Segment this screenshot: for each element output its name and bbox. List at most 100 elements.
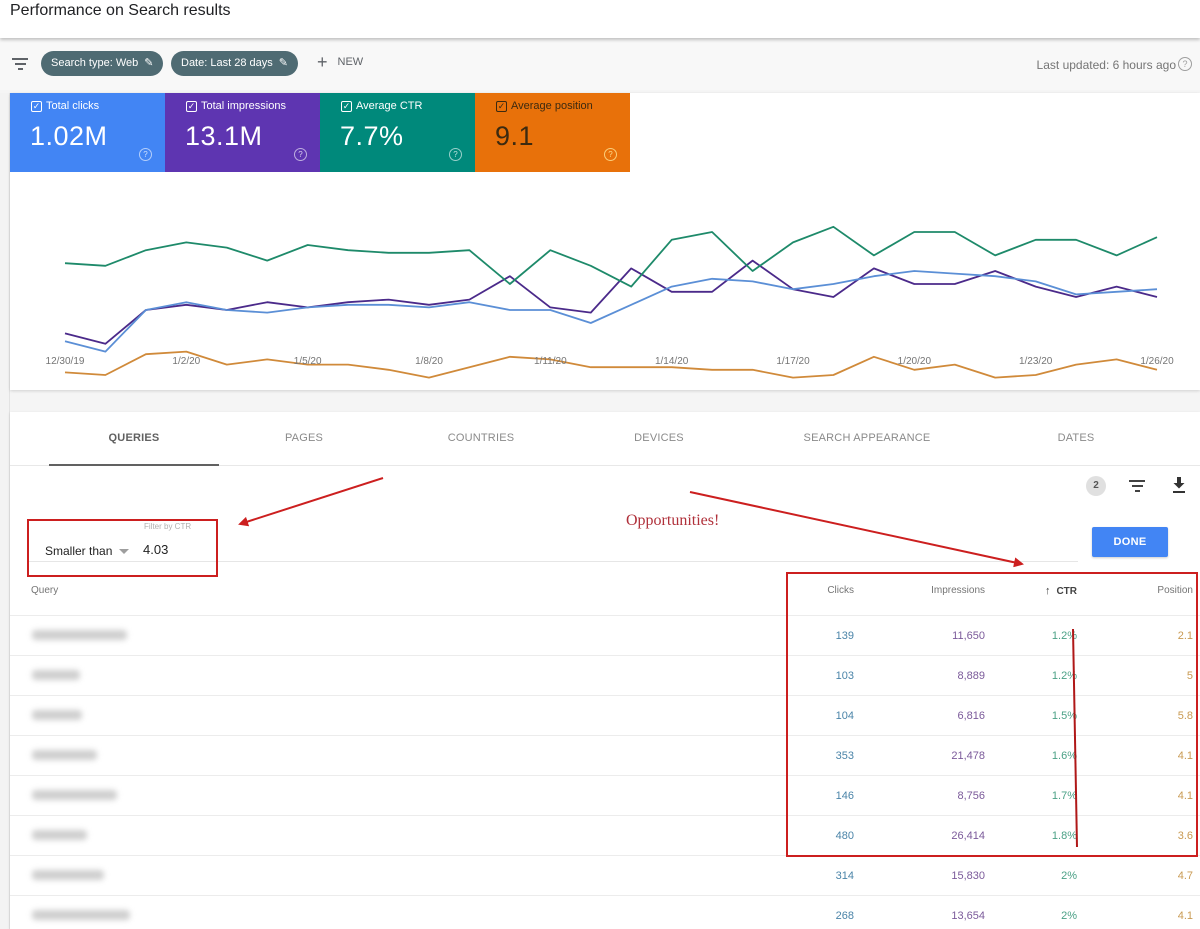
metric-value: 7.7% <box>340 121 404 151</box>
query-text-redacted <box>32 790 117 800</box>
last-updated-text: Last updated: 6 hours ago <box>1036 58 1176 72</box>
table-row[interactable]: 146 8,756 1.7% 4.1 <box>10 775 1200 815</box>
search-type-chip[interactable]: Search type: Web ✎ <box>41 51 164 76</box>
column-header-clicks[interactable]: Clicks <box>827 585 854 596</box>
help-circle-icon[interactable]: ? <box>449 148 462 161</box>
filter-value-input[interactable]: 4.03 <box>143 542 168 557</box>
series-line-total-impressions[interactable] <box>64 259 1158 345</box>
table-row[interactable]: 353 21,478 1.6% 4.1 <box>10 735 1200 775</box>
page-left-edge <box>0 93 10 929</box>
position-cell: 4.1 <box>1177 910 1193 922</box>
done-button[interactable]: DONE <box>1092 527 1168 557</box>
column-header-position[interactable]: Position <box>1157 585 1193 596</box>
date-range-chip[interactable]: Date: Last 28 days ✎ <box>171 51 298 76</box>
series-line-total-clicks[interactable] <box>64 270 1158 353</box>
impressions-cell: 8,756 <box>957 790 985 802</box>
checkbox-checked-icon[interactable]: ✓ <box>186 100 197 112</box>
table-row[interactable]: 480 26,414 1.8% 3.6 <box>10 815 1200 855</box>
edit-pencil-icon: ✎ <box>144 57 154 69</box>
filter-operator-select[interactable]: Smaller than <box>45 544 130 558</box>
filter-input-underline <box>28 561 1078 562</box>
column-header-ctr-label: CTR <box>1056 585 1077 597</box>
query-text-redacted <box>32 750 97 760</box>
metric-average-position[interactable]: ✓ Average position 9.1 ? <box>475 93 630 172</box>
checkbox-checked-icon[interactable]: ✓ <box>341 100 352 112</box>
filter-field-label: Filter by CTR <box>144 522 192 531</box>
queries-table-card: QUERIES PAGES COUNTRIES DEVICES SEARCH A… <box>10 412 1200 929</box>
table-row[interactable]: 103 8,889 1.2% 5 <box>10 655 1200 695</box>
x-tick-label: 1/26/20 <box>1140 356 1174 367</box>
impressions-cell: 15,830 <box>951 870 985 882</box>
table-row[interactable]: 139 11,650 1.2% 2.1 <box>10 615 1200 655</box>
metric-total-clicks[interactable]: ✓ Total clicks 1.02M ? <box>10 93 165 172</box>
tab-search-appearance[interactable]: SEARCH APPEARANCE <box>804 432 931 444</box>
x-tick-label: 1/2/20 <box>172 356 200 367</box>
query-text-redacted <box>32 830 87 840</box>
x-tick-label: 1/5/20 <box>294 356 322 367</box>
column-header-query[interactable]: Query <box>31 585 58 596</box>
impressions-cell: 6,816 <box>957 710 985 722</box>
clicks-cell: 268 <box>835 910 854 922</box>
annotation-callout-text: Opportunities! <box>626 512 720 529</box>
ctr-cell: 1.2% <box>1051 670 1077 682</box>
position-cell: 5.8 <box>1177 710 1193 722</box>
query-text-redacted <box>32 670 80 680</box>
page-title: Performance on Search results <box>10 2 231 19</box>
series-line-average-position[interactable] <box>64 350 1158 379</box>
filter-bar: Search type: Web ✎ Date: Last 28 days ✎ … <box>0 38 1200 90</box>
clicks-cell: 104 <box>835 710 854 722</box>
arrow-upward-icon: ↑ <box>1044 585 1051 597</box>
x-tick-label: 1/17/20 <box>776 356 810 367</box>
column-header-ctr[interactable]: ↑ CTR <box>1045 585 1077 597</box>
active-filter-count-badge[interactable]: 2 <box>1086 476 1106 496</box>
filter-list-icon[interactable] <box>12 58 28 70</box>
ctr-cell: 2% <box>1061 870 1077 882</box>
edit-pencil-icon: ✎ <box>278 57 288 69</box>
plus-icon: + <box>317 52 328 72</box>
column-header-impressions[interactable]: Impressions <box>931 585 985 596</box>
clicks-cell: 103 <box>835 670 854 682</box>
filter-list-icon[interactable] <box>1129 480 1145 492</box>
ctr-cell: 1.8% <box>1051 830 1077 842</box>
chip-label: Date: Last 28 days <box>181 57 273 69</box>
help-circle-icon[interactable]: ? <box>139 148 152 161</box>
tab-devices[interactable]: DEVICES <box>634 432 684 444</box>
x-tick-label: 1/20/20 <box>898 356 932 367</box>
metric-total-impressions[interactable]: ✓ Total impressions 13.1M ? <box>165 93 320 172</box>
x-tick-label: 1/14/20 <box>655 356 689 367</box>
metric-label: Total clicks <box>46 100 100 112</box>
table-row[interactable]: 268 13,654 2% 4.1 <box>10 895 1200 929</box>
help-circle-icon[interactable]: ? <box>604 148 617 161</box>
new-filter-button[interactable]: + NEW <box>317 52 364 72</box>
position-cell: 5 <box>1186 670 1193 682</box>
tab-pages[interactable]: PAGES <box>285 432 323 444</box>
help-circle-icon[interactable]: ? <box>294 148 307 161</box>
x-tick-label: 1/11/20 <box>534 356 567 367</box>
ctr-cell: 1.7% <box>1051 790 1077 802</box>
series-line-average-ctr[interactable] <box>64 225 1158 288</box>
download-icon[interactable] <box>1172 477 1186 494</box>
help-circle-icon[interactable]: ? <box>1178 57 1192 71</box>
table-row[interactable]: 104 6,816 1.5% 5.8 <box>10 695 1200 735</box>
x-tick-label: 12/30/19 <box>46 356 85 367</box>
metric-average-ctr[interactable]: ✓ Average CTR 7.7% ? <box>320 93 475 172</box>
tab-queries[interactable]: QUERIES <box>109 432 160 444</box>
new-filter-label: NEW <box>337 56 364 68</box>
metric-label: Average CTR <box>356 100 423 112</box>
ctr-cell: 1.5% <box>1051 710 1077 722</box>
chip-label: Search type: Web <box>51 57 139 69</box>
tab-dates[interactable]: DATES <box>1058 432 1095 444</box>
table-toolbar: 2 <box>1060 474 1200 498</box>
table-row[interactable]: 314 15,830 2% 4.7 <box>10 855 1200 895</box>
checkbox-checked-icon[interactable]: ✓ <box>31 100 42 112</box>
position-cell: 2.1 <box>1177 630 1193 642</box>
page-header: Performance on Search results <box>0 0 1200 38</box>
clicks-cell: 139 <box>835 630 854 642</box>
position-cell: 4.7 <box>1177 870 1193 882</box>
position-cell: 4.1 <box>1177 750 1193 762</box>
tab-countries[interactable]: COUNTRIES <box>448 432 515 444</box>
performance-line-chart[interactable]: 12/30/19 1/2/20 1/5/20 1/8/20 1/11/20 1/14/20… <box>10 172 1200 390</box>
checkbox-checked-icon[interactable]: ✓ <box>496 100 507 112</box>
query-text-redacted <box>32 630 127 640</box>
clicks-cell: 480 <box>835 830 854 842</box>
